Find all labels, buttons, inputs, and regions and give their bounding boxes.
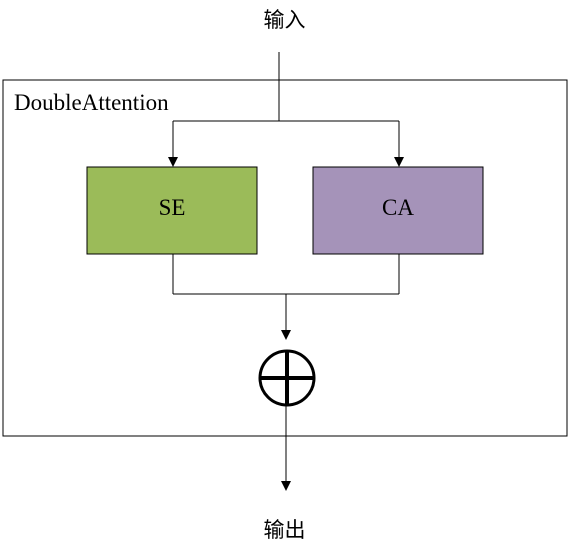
output-label: 输出 xyxy=(263,518,306,542)
ca-block-label: CA xyxy=(382,195,414,220)
input-label: 输入 xyxy=(263,8,306,32)
module-title: DoubleAttention xyxy=(14,90,169,115)
diagram-canvas xyxy=(2,52,568,491)
add-operator-icon xyxy=(258,349,316,407)
se-block-label: SE xyxy=(158,195,186,220)
